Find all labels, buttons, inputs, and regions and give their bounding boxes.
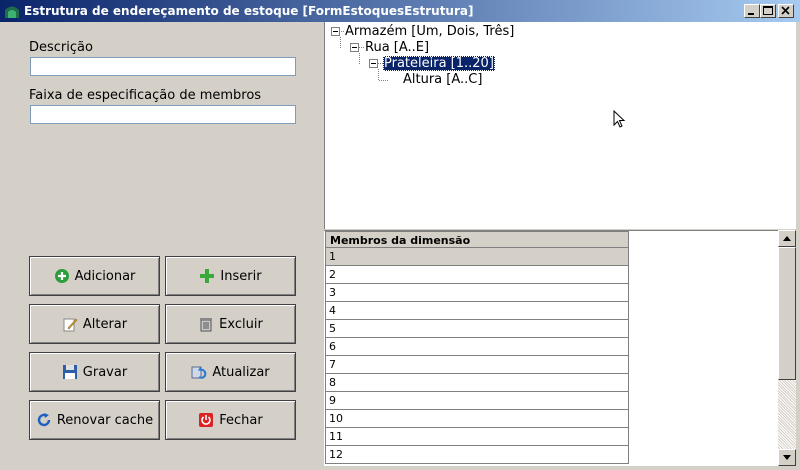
fechar-button[interactable]: Fechar (165, 400, 296, 440)
add-circle-icon (54, 269, 69, 283)
close-icon (781, 6, 790, 15)
arrow-up-icon (783, 236, 791, 241)
grid-row[interactable]: 11 (325, 428, 629, 446)
atualizar-button[interactable]: Atualizar (165, 352, 296, 392)
descricao-label: Descrição (29, 40, 93, 55)
grid-row[interactable]: 12 (325, 446, 629, 464)
inserir-label: Inserir (220, 268, 262, 284)
alterar-button[interactable]: Alterar (29, 304, 160, 344)
structure-tree[interactable]: Armazém [Um, Dois, Três] Rua [A..E] Prat… (324, 22, 796, 229)
app-icon (5, 6, 19, 18)
power-icon (199, 413, 214, 427)
scroll-up-button[interactable] (778, 230, 796, 247)
title-bar: Estrutura de endereçamento de estoque [F… (0, 0, 800, 22)
refresh-icon (191, 366, 207, 379)
adicionar-button[interactable]: Adicionar (29, 256, 160, 296)
grid-header: Membros da dimensão (325, 231, 629, 248)
excluir-label: Excluir (219, 316, 263, 332)
expander-armazem-icon[interactable] (331, 27, 340, 36)
grid-row[interactable]: 6 (325, 338, 629, 356)
faixa-label: Faixa de especificação de membros (29, 88, 262, 103)
scroll-thumb[interactable] (778, 247, 796, 380)
grid-row[interactable]: 10 (325, 410, 629, 428)
grid-scrollbar[interactable] (778, 230, 796, 466)
grid-row[interactable]: 4 (325, 302, 629, 320)
grid-row[interactable]: 9 (325, 392, 629, 410)
grid-row[interactable]: 1 (325, 248, 629, 266)
atualizar-label: Atualizar (212, 364, 270, 380)
renovar-cache-button[interactable]: Renovar cache (29, 400, 160, 440)
gravar-label: Gravar (82, 364, 128, 380)
grid-row[interactable]: 8 (325, 374, 629, 392)
reload-icon (37, 413, 51, 427)
tree-node-altura[interactable]: Altura [A..C] (403, 72, 482, 87)
trash-icon (200, 318, 213, 332)
save-disk-icon (62, 365, 77, 379)
tree-node-prateleira[interactable]: Prateleira [1..20] (383, 56, 495, 71)
grid-row[interactable]: 7 (325, 356, 629, 374)
descricao-input[interactable] (30, 57, 296, 76)
grid-row[interactable]: 3 (325, 284, 629, 302)
fechar-label: Fechar (219, 412, 263, 428)
adicionar-label: Adicionar (74, 268, 136, 284)
plus-icon (200, 269, 215, 283)
window-title: Estrutura de endereçamento de estoque [F… (24, 4, 474, 18)
scroll-down-button[interactable] (778, 449, 796, 466)
excluir-button[interactable]: Excluir (165, 304, 296, 344)
tree-node-armazem[interactable]: Armazém [Um, Dois, Três] (345, 24, 514, 39)
members-grid[interactable]: Membros da dimensão 1 2 3 4 5 6 7 8 9 10… (324, 230, 796, 466)
maximize-icon (763, 6, 773, 15)
minimize-icon (748, 13, 754, 15)
maximize-button[interactable] (760, 4, 776, 18)
grid-row[interactable]: 2 (325, 266, 629, 284)
close-button[interactable] (778, 4, 794, 18)
minimize-button[interactable] (744, 4, 760, 18)
expander-prateleira-icon[interactable] (369, 59, 378, 68)
gravar-button[interactable]: Gravar (29, 352, 160, 392)
arrow-down-icon (783, 455, 791, 460)
expander-rua-icon[interactable] (350, 43, 359, 52)
mouse-cursor-icon (613, 110, 626, 128)
faixa-input[interactable] (30, 105, 296, 124)
alterar-label: Alterar (82, 316, 128, 332)
renovar-cache-label: Renovar cache (56, 412, 154, 428)
edit-pencil-icon (63, 318, 78, 332)
grid-row[interactable]: 5 (325, 320, 629, 338)
tree-node-rua[interactable]: Rua [A..E] (365, 40, 429, 55)
inserir-button[interactable]: Inserir (165, 256, 296, 296)
